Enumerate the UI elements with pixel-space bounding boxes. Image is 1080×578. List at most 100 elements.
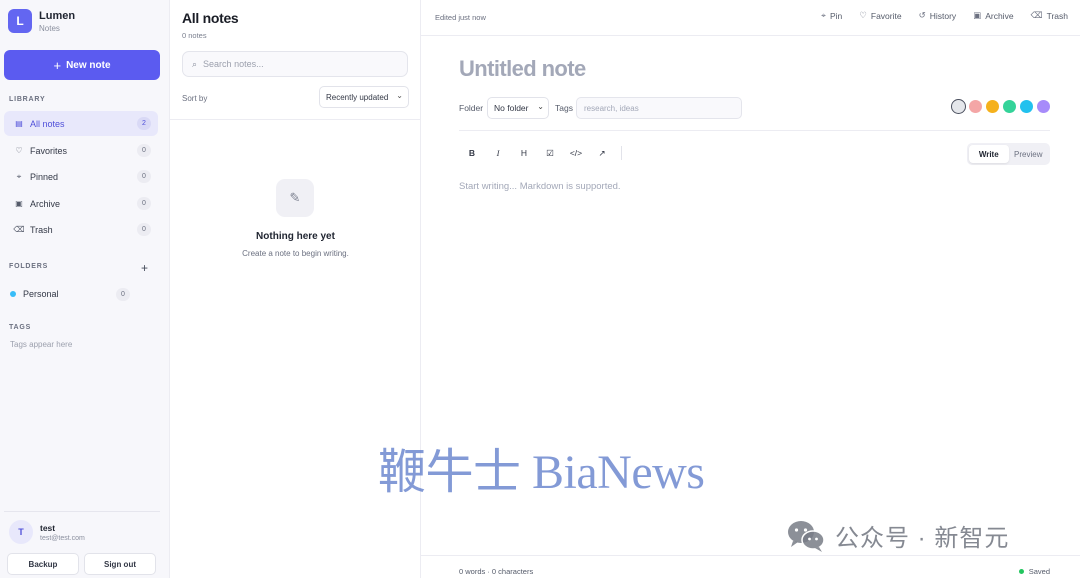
avatar: T	[9, 520, 33, 544]
app-logo: L	[8, 9, 32, 33]
action-label: Pin	[829, 10, 843, 21]
sidebar-item-label: Trash	[30, 224, 53, 235]
archive-icon: ▣	[973, 10, 982, 20]
sort-value: Recently updated	[326, 92, 389, 102]
sidebar-item-label: Pinned	[30, 171, 59, 182]
editor-actions: ⌖ Pin ♡ Favorite ↺ History ▣ Archive ⌫ T…	[821, 10, 1068, 21]
archive-button[interactable]: ▣ Archive	[973, 10, 1013, 21]
color-swatch-yellow[interactable]	[986, 100, 999, 113]
new-note-label: New note	[66, 59, 111, 71]
list-icon: ▤	[15, 119, 23, 128]
sidebar-item-trash[interactable]: ⌫ Trash 0	[4, 217, 158, 242]
pin-button[interactable]: ⌖ Pin	[821, 10, 842, 21]
preview-tab[interactable]: Preview	[1009, 145, 1049, 163]
divider	[459, 130, 1050, 131]
color-swatch-red[interactable]	[969, 100, 982, 113]
wechat-icon	[788, 520, 825, 552]
favorite-button[interactable]: ♡ Favorite	[859, 10, 901, 21]
edited-status: Edited just now	[435, 13, 486, 22]
chevron-down-icon: ⌄	[537, 102, 544, 111]
history-button[interactable]: ↺ History	[919, 10, 957, 21]
trash-icon: ⌫	[1030, 10, 1043, 20]
color-swatch-green[interactable]	[1003, 100, 1016, 113]
count-badge: 0	[137, 197, 151, 210]
heart-icon: ♡	[859, 10, 867, 20]
chevron-down-icon: ⌄	[396, 91, 403, 100]
color-swatch-purple[interactable]	[1037, 100, 1050, 113]
sidebar-item-favorites[interactable]: ♡ Favorites 0	[4, 138, 158, 163]
italic-button[interactable]: I	[485, 143, 511, 163]
word-count: 0 words · 0 characters	[459, 567, 534, 576]
sidebar-item-archive[interactable]: ▣ Archive 0	[4, 191, 158, 216]
mode-toggle: Write Preview	[967, 143, 1050, 165]
user-profile: T test test@test.com	[9, 520, 85, 544]
sidebar-item-label: Archive	[30, 198, 61, 209]
pin-icon: ⌖	[16, 171, 22, 181]
saved-dot-icon	[1018, 569, 1024, 574]
color-swatch-blue[interactable]	[1020, 100, 1033, 113]
add-folder-icon[interactable]: +	[141, 261, 148, 275]
tags-empty-text: Tags appear here	[10, 340, 73, 349]
search-box[interactable]: ⌕	[182, 51, 408, 77]
note-body-editor[interactable]: Start writing... Markdown is supported.	[459, 181, 621, 192]
sidebar-item-pinned[interactable]: ⌖ Pinned 0	[4, 164, 158, 189]
divider	[4, 511, 160, 512]
trash-button[interactable]: ⌫ Trash	[1031, 10, 1068, 21]
heart-icon: ♡	[15, 146, 23, 155]
formatting-toolbar: B I H ☑ </> ↗	[459, 143, 622, 163]
link-button[interactable]: ↗	[589, 143, 615, 163]
action-label: Favorite	[870, 10, 902, 21]
note-title-input[interactable]: Untitled note	[459, 56, 586, 82]
count-badge: 0	[137, 223, 151, 236]
save-status: Saved	[1018, 567, 1050, 576]
sidebar-item-label: Favorites	[30, 145, 68, 156]
sort-select[interactable]: Recently updated ⌄	[319, 86, 409, 108]
app-name: Lumen	[39, 9, 76, 22]
sidebar-item-all-notes[interactable]: ▤ All notes 2	[4, 111, 158, 136]
sidebar: L Lumen Notes + New note LIBRARY ▤ All n…	[0, 0, 170, 578]
backup-button[interactable]: Backup	[7, 553, 79, 575]
divider	[170, 119, 421, 120]
search-icon: ⌕	[192, 58, 198, 69]
new-note-button[interactable]: + New note	[4, 50, 160, 80]
archive-icon: ▣	[15, 199, 23, 208]
folder-item-personal[interactable]: Personal 0	[4, 283, 134, 305]
divider	[421, 555, 1080, 556]
plus-icon: +	[53, 57, 62, 73]
heading-button[interactable]: H	[511, 143, 537, 163]
brand: L Lumen Notes	[8, 9, 75, 33]
folder-label: Folder	[459, 103, 484, 113]
count-badge: 0	[137, 144, 151, 157]
wechat-watermark: 公众号 · 新智元	[786, 518, 1009, 553]
sidebar-item-label: All notes	[30, 118, 65, 129]
code-button[interactable]: </>	[563, 143, 589, 163]
wechat-watermark-text: 公众号 · 新智元	[835, 525, 1010, 552]
tags-heading: TAGS	[9, 324, 32, 331]
sign-out-button[interactable]: Sign out	[84, 553, 156, 575]
folder-select[interactable]: No folder ⌄	[487, 97, 549, 119]
pencil-icon: ✎	[276, 179, 314, 217]
app-subtitle: Notes	[39, 23, 60, 33]
history-icon: ↺	[918, 10, 926, 20]
bold-button[interactable]: B	[459, 143, 485, 163]
empty-state-subtitle: Create a note to begin writing.	[242, 249, 349, 258]
saved-label: Saved	[1028, 567, 1050, 576]
action-label: Archive	[985, 10, 1014, 21]
user-email: test@test.com	[40, 534, 85, 542]
folder-select-value: No folder	[494, 103, 529, 113]
action-label: Trash	[1046, 10, 1068, 21]
trash-icon: ⌫	[13, 225, 25, 234]
empty-state-title: Nothing here yet	[256, 231, 335, 242]
color-swatch-default[interactable]	[951, 99, 966, 114]
color-picker	[951, 99, 1050, 114]
library-heading: LIBRARY	[9, 96, 46, 103]
write-tab[interactable]: Write	[969, 145, 1009, 163]
page-title: All notes	[182, 10, 239, 26]
tags-input[interactable]	[584, 103, 734, 113]
notes-count: 0 notes	[182, 31, 207, 40]
tags-field[interactable]	[576, 97, 742, 119]
watermark-text: 鞭牛士 BiaNews	[378, 446, 705, 499]
checklist-button[interactable]: ☑	[537, 143, 563, 163]
search-input[interactable]	[203, 59, 394, 69]
count-badge: 2	[137, 117, 151, 130]
